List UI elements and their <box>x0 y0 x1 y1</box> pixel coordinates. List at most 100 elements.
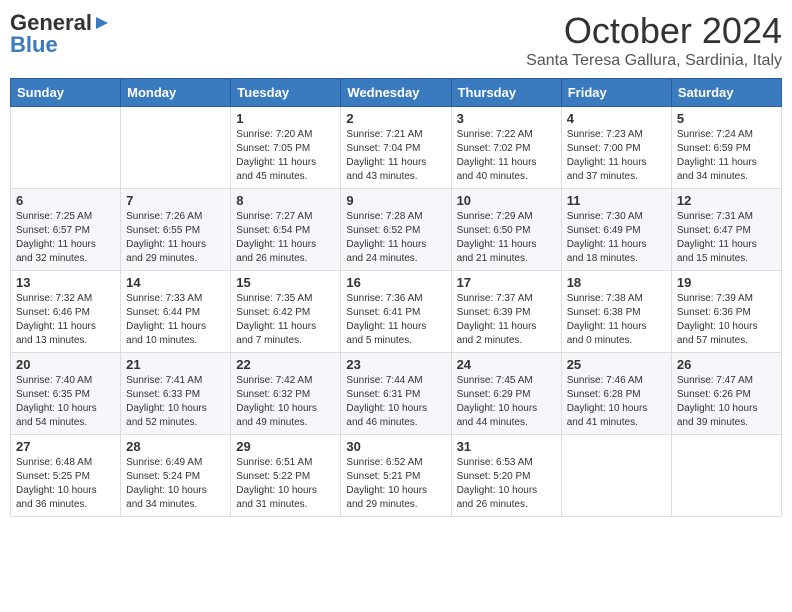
day-number: 25 <box>567 357 666 372</box>
day-of-week-header: Friday <box>561 79 671 107</box>
day-info: Sunrise: 7:24 AM Sunset: 6:59 PM Dayligh… <box>677 129 757 182</box>
calendar-cell: 29 Sunrise: 6:51 AM Sunset: 5:22 PM Dayli… <box>231 435 341 517</box>
calendar-cell: 26 Sunrise: 7:47 AM Sunset: 6:26 PM Dayli… <box>671 353 781 435</box>
day-info: Sunrise: 7:23 AM Sunset: 7:00 PM Dayligh… <box>567 129 647 182</box>
calendar-cell: 21 Sunrise: 7:41 AM Sunset: 6:33 PM Dayli… <box>121 353 231 435</box>
day-info: Sunrise: 6:51 AM Sunset: 5:22 PM Dayligh… <box>236 457 317 510</box>
calendar-cell: 12Sunrise: 7:31 AM Sunset: 6:47 PM Dayli… <box>671 189 781 271</box>
day-info: Sunrise: 7:38 AM Sunset: 6:38 PM Dayligh… <box>567 293 647 346</box>
day-info: Sunrise: 7:45 AM Sunset: 6:29 PM Dayligh… <box>457 375 538 428</box>
calendar-cell: 2 Sunrise: 7:21 AM Sunset: 7:04 PM Daylig… <box>341 107 451 189</box>
logo-blue-text: Blue <box>10 32 58 58</box>
day-number: 5 <box>677 111 776 126</box>
month-title: October 2024 <box>526 10 782 52</box>
calendar-cell: 5 Sunrise: 7:24 AM Sunset: 6:59 PM Daylig… <box>671 107 781 189</box>
day-number: 9 <box>346 193 445 208</box>
day-info: Sunrise: 7:21 AM Sunset: 7:04 PM Dayligh… <box>346 129 426 182</box>
day-number: 27 <box>16 439 115 454</box>
day-number: 2 <box>346 111 445 126</box>
day-info: Sunrise: 6:53 AM Sunset: 5:20 PM Dayligh… <box>457 457 538 510</box>
calendar-table: SundayMondayTuesdayWednesdayThursdayFrid… <box>10 78 782 517</box>
day-info: Sunrise: 7:41 AM Sunset: 6:33 PM Dayligh… <box>126 375 207 428</box>
day-info: Sunrise: 7:33 AM Sunset: 6:44 PM Dayligh… <box>126 293 206 346</box>
day-number: 19 <box>677 275 776 290</box>
calendar-cell: 23Sunrise: 7:44 AM Sunset: 6:31 PM Dayli… <box>341 353 451 435</box>
calendar-cell: 24 Sunrise: 7:45 AM Sunset: 6:29 PM Dayli… <box>451 353 561 435</box>
day-info: Sunrise: 7:30 AM Sunset: 6:49 PM Dayligh… <box>567 211 647 264</box>
calendar-cell <box>671 435 781 517</box>
calendar-cell: 9 Sunrise: 7:28 AM Sunset: 6:52 PM Daylig… <box>341 189 451 271</box>
day-info: Sunrise: 7:27 AM Sunset: 6:54 PM Dayligh… <box>236 211 316 264</box>
day-number: 4 <box>567 111 666 126</box>
day-info: Sunrise: 7:26 AM Sunset: 6:55 PM Dayligh… <box>126 211 206 264</box>
calendar-cell: 1 Sunrise: 7:20 AM Sunset: 7:05 PM Daylig… <box>231 107 341 189</box>
day-info: Sunrise: 6:48 AM Sunset: 5:25 PM Dayligh… <box>16 457 97 510</box>
calendar-cell: 4 Sunrise: 7:23 AM Sunset: 7:00 PM Daylig… <box>561 107 671 189</box>
day-info: Sunrise: 7:37 AM Sunset: 6:39 PM Dayligh… <box>457 293 537 346</box>
calendar-cell: 31 Sunrise: 6:53 AM Sunset: 5:20 PM Dayli… <box>451 435 561 517</box>
day-number: 13 <box>16 275 115 290</box>
calendar-cell: 27 Sunrise: 6:48 AM Sunset: 5:25 PM Dayli… <box>11 435 121 517</box>
location-subtitle: Santa Teresa Gallura, Sardinia, Italy <box>526 52 782 70</box>
day-of-week-header: Saturday <box>671 79 781 107</box>
day-number: 24 <box>457 357 556 372</box>
calendar-cell: 10 Sunrise: 7:29 AM Sunset: 6:50 PM Dayli… <box>451 189 561 271</box>
calendar-cell: 14 Sunrise: 7:33 AM Sunset: 6:44 PM Dayli… <box>121 271 231 353</box>
day-info: Sunrise: 7:28 AM Sunset: 6:52 PM Dayligh… <box>346 211 426 264</box>
day-number: 1 <box>236 111 335 126</box>
day-info: Sunrise: 7:32 AM Sunset: 6:46 PM Dayligh… <box>16 293 96 346</box>
day-number: 21 <box>126 357 225 372</box>
day-of-week-header: Monday <box>121 79 231 107</box>
day-info: Sunrise: 7:36 AM Sunset: 6:41 PM Dayligh… <box>346 293 426 346</box>
calendar-cell <box>121 107 231 189</box>
day-info: Sunrise: 7:47 AM Sunset: 6:26 PM Dayligh… <box>677 375 758 428</box>
day-info: Sunrise: 6:49 AM Sunset: 5:24 PM Dayligh… <box>126 457 207 510</box>
day-number: 14 <box>126 275 225 290</box>
day-info: Sunrise: 7:31 AM Sunset: 6:47 PM Dayligh… <box>677 211 757 264</box>
day-number: 31 <box>457 439 556 454</box>
day-info: Sunrise: 7:44 AM Sunset: 6:31 PM Dayligh… <box>346 375 427 428</box>
day-number: 3 <box>457 111 556 126</box>
day-number: 11 <box>567 193 666 208</box>
day-number: 7 <box>126 193 225 208</box>
day-number: 8 <box>236 193 335 208</box>
calendar-cell: 19 Sunrise: 7:39 AM Sunset: 6:36 PM Dayli… <box>671 271 781 353</box>
calendar-cell: 7 Sunrise: 7:26 AM Sunset: 6:55 PM Daylig… <box>121 189 231 271</box>
day-info: Sunrise: 7:39 AM Sunset: 6:36 PM Dayligh… <box>677 293 758 346</box>
logo-arrow-icon <box>94 15 110 31</box>
day-info: Sunrise: 7:40 AM Sunset: 6:35 PM Dayligh… <box>16 375 97 428</box>
calendar-cell: 15 Sunrise: 7:35 AM Sunset: 6:42 PM Dayli… <box>231 271 341 353</box>
calendar-cell: 13 Sunrise: 7:32 AM Sunset: 6:46 PM Dayli… <box>11 271 121 353</box>
calendar-cell: 25 Sunrise: 7:46 AM Sunset: 6:28 PM Dayli… <box>561 353 671 435</box>
calendar-cell: 18 Sunrise: 7:38 AM Sunset: 6:38 PM Dayli… <box>561 271 671 353</box>
day-number: 29 <box>236 439 335 454</box>
day-info: Sunrise: 7:25 AM Sunset: 6:57 PM Dayligh… <box>16 211 96 264</box>
day-of-week-header: Tuesday <box>231 79 341 107</box>
calendar-cell: 22Sunrise: 7:42 AM Sunset: 6:32 PM Dayli… <box>231 353 341 435</box>
calendar-cell: 20 Sunrise: 7:40 AM Sunset: 6:35 PM Dayli… <box>11 353 121 435</box>
day-number: 16 <box>346 275 445 290</box>
day-info: Sunrise: 6:52 AM Sunset: 5:21 PM Dayligh… <box>346 457 427 510</box>
calendar-cell: 8 Sunrise: 7:27 AM Sunset: 6:54 PM Daylig… <box>231 189 341 271</box>
calendar-cell: 17Sunrise: 7:37 AM Sunset: 6:39 PM Dayli… <box>451 271 561 353</box>
day-info: Sunrise: 7:35 AM Sunset: 6:42 PM Dayligh… <box>236 293 316 346</box>
day-number: 26 <box>677 357 776 372</box>
calendar-cell <box>561 435 671 517</box>
day-info: Sunrise: 7:42 AM Sunset: 6:32 PM Dayligh… <box>236 375 317 428</box>
day-number: 28 <box>126 439 225 454</box>
day-number: 20 <box>16 357 115 372</box>
title-section: October 2024 Santa Teresa Gallura, Sardi… <box>526 10 782 70</box>
page-header: General Blue October 2024 Santa Teresa G… <box>10 10 782 70</box>
day-info: Sunrise: 7:22 AM Sunset: 7:02 PM Dayligh… <box>457 129 537 182</box>
day-info: Sunrise: 7:46 AM Sunset: 6:28 PM Dayligh… <box>567 375 648 428</box>
day-number: 6 <box>16 193 115 208</box>
day-info: Sunrise: 7:29 AM Sunset: 6:50 PM Dayligh… <box>457 211 537 264</box>
calendar-cell: 6 Sunrise: 7:25 AM Sunset: 6:57 PM Daylig… <box>11 189 121 271</box>
day-info: Sunrise: 7:20 AM Sunset: 7:05 PM Dayligh… <box>236 129 316 182</box>
day-number: 18 <box>567 275 666 290</box>
day-number: 10 <box>457 193 556 208</box>
day-of-week-header: Wednesday <box>341 79 451 107</box>
calendar-cell: 3 Sunrise: 7:22 AM Sunset: 7:02 PM Daylig… <box>451 107 561 189</box>
logo: General Blue <box>10 10 110 58</box>
day-number: 15 <box>236 275 335 290</box>
